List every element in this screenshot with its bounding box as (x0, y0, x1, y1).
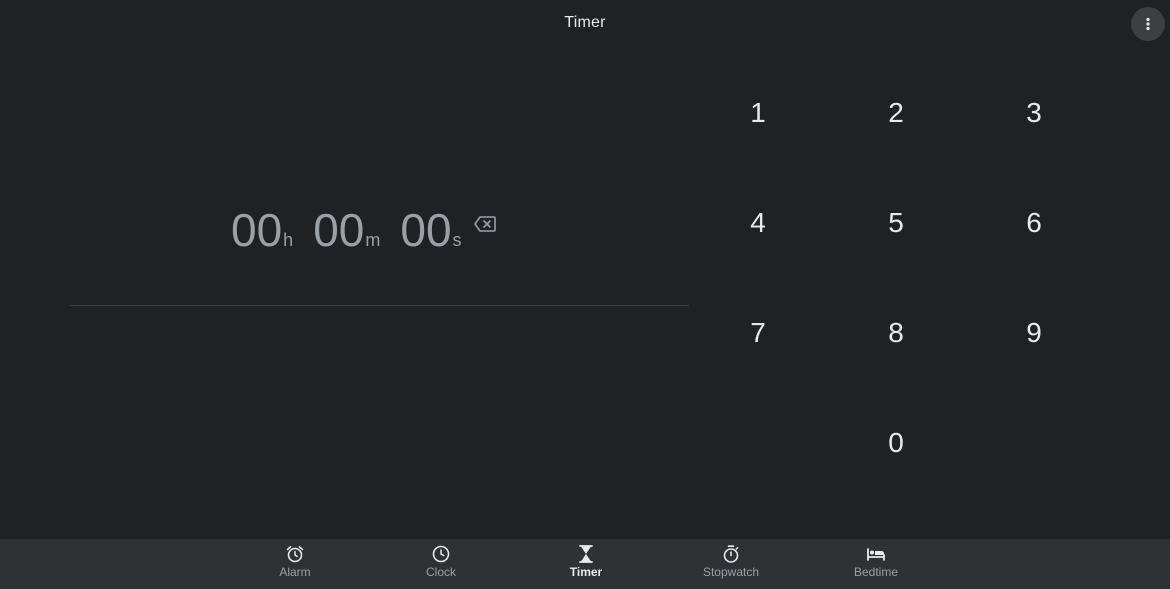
minutes-value: 00 (313, 204, 365, 256)
more-vert-icon (1146, 17, 1150, 31)
nav-timer[interactable]: Timer (541, 545, 631, 587)
stopwatch-icon (721, 545, 741, 563)
seconds-value: 00 (400, 204, 452, 256)
bottom-navigation: Alarm Clock Timer Stopwatch Bedtime (0, 539, 1170, 589)
nav-clock[interactable]: Clock (396, 545, 486, 587)
key-7[interactable]: 7 (689, 278, 827, 388)
backspace-icon[interactable] (473, 216, 496, 232)
nav-timer-label: Timer (569, 565, 603, 579)
nav-bedtime[interactable]: Bedtime (831, 545, 921, 587)
overflow-menu-button[interactable] (1131, 7, 1165, 41)
nav-bedtime-label: Bedtime (853, 565, 899, 579)
page-title: Timer (564, 14, 606, 31)
key-6[interactable]: 6 (965, 168, 1103, 278)
hours-segment: 00 h (231, 207, 293, 253)
bed-icon (866, 545, 886, 563)
key-1[interactable]: 1 (689, 58, 827, 168)
seconds-unit: s (452, 230, 462, 250)
minutes-segment: 00 m (313, 207, 380, 253)
nav-clock-label: Clock (425, 565, 456, 579)
clock-icon (431, 545, 451, 563)
key-5[interactable]: 5 (827, 168, 965, 278)
nav-stopwatch[interactable]: Stopwatch (686, 545, 776, 587)
key-9[interactable]: 9 (965, 278, 1103, 388)
nav-stopwatch-label: Stopwatch (702, 565, 760, 579)
minutes-unit: m (365, 230, 381, 250)
hourglass-icon (576, 545, 596, 563)
hours-value: 00 (231, 204, 283, 256)
nav-alarm-label: Alarm (279, 565, 311, 579)
key-4[interactable]: 4 (689, 168, 827, 278)
key-0[interactable]: 0 (827, 388, 965, 498)
divider (70, 305, 689, 306)
nav-alarm[interactable]: Alarm (250, 545, 340, 587)
keypad: 1 2 3 4 5 6 7 8 9 0 (689, 58, 1104, 498)
alarm-icon (285, 545, 305, 563)
key-8[interactable]: 8 (827, 278, 965, 388)
key-3[interactable]: 3 (965, 58, 1103, 168)
key-2[interactable]: 2 (827, 58, 965, 168)
seconds-segment: 00 s (400, 207, 461, 253)
timer-app: Timer 00 h 00 m 00 s 1 2 3 4 5 6 7 8 9 0… (0, 0, 1170, 589)
hours-unit: h (283, 230, 294, 250)
timer-display: 00 h 00 m 00 s (231, 207, 496, 253)
